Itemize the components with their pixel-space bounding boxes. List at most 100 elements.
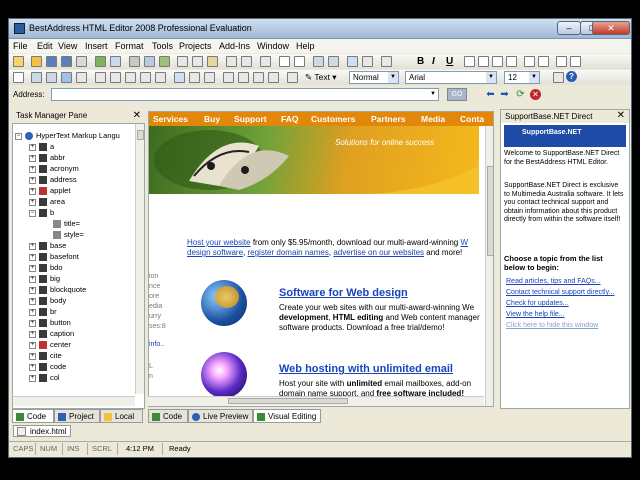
web-design-heading-link[interactable]: Software for Web design — [279, 287, 408, 299]
forward-arrow-icon[interactable]: ➡ — [499, 89, 510, 100]
italic-button[interactable]: I — [432, 56, 435, 67]
tree-item[interactable]: + button — [29, 317, 71, 328]
expand-icon[interactable]: + — [29, 165, 36, 173]
format-painter-icon[interactable] — [241, 56, 252, 67]
tree-root[interactable]: − HyperText Markup Langu — [15, 130, 120, 141]
tree-attr[interactable]: title= — [53, 218, 80, 229]
expand-icon[interactable]: + — [29, 352, 36, 360]
nav-partners[interactable]: Partners — [371, 114, 406, 124]
tree-scrollbar[interactable] — [135, 124, 144, 394]
nav-support[interactable]: Support — [234, 114, 267, 124]
frame-icon[interactable] — [174, 72, 185, 83]
tree-item[interactable]: − b — [29, 207, 54, 218]
web-design-link[interactable]: W — [460, 238, 468, 247]
web-hosting-heading-link[interactable]: Web hosting with unlimited email — [279, 363, 453, 375]
menu-projects[interactable]: Projects — [179, 41, 212, 51]
underline-button[interactable]: U — [446, 56, 453, 67]
read-articles-link[interactable]: Read articles, tips and FAQs... — [506, 278, 601, 285]
color-icon[interactable] — [553, 72, 564, 83]
checkbox-icon[interactable] — [110, 72, 121, 83]
tab-project[interactable]: Project — [54, 409, 100, 423]
publish-icon[interactable] — [95, 56, 106, 67]
minimize-button[interactable]: – — [557, 21, 581, 35]
close-button[interactable]: ✕ — [592, 21, 630, 35]
design-software-link[interactable]: design software — [187, 248, 243, 257]
nav-customers[interactable]: Customers — [311, 114, 355, 124]
align-left-icon[interactable] — [464, 56, 475, 67]
print-preview-icon[interactable] — [144, 56, 155, 67]
expand-icon[interactable]: + — [29, 297, 36, 305]
link-icon[interactable] — [226, 56, 237, 67]
document-tab[interactable]: index.html — [13, 425, 72, 437]
tab-live-preview[interactable]: Live Preview — [188, 409, 253, 423]
align-center-icon[interactable] — [478, 56, 489, 67]
expand-icon[interactable]: + — [29, 341, 36, 349]
grid-icon[interactable] — [46, 72, 57, 83]
expand-icon[interactable]: + — [29, 143, 36, 151]
select-icon[interactable] — [155, 72, 166, 83]
expand-icon[interactable]: + — [29, 308, 36, 316]
spellcheck-icon[interactable] — [159, 56, 170, 67]
fragment-link[interactable]: info.. — [149, 340, 166, 350]
form-icon[interactable] — [76, 72, 87, 83]
contact-support-link[interactable]: Contact technical support directly... — [506, 289, 614, 296]
tab-code[interactable]: Code — [12, 409, 54, 423]
check-icon[interactable] — [204, 72, 215, 83]
back-arrow-icon[interactable]: ⬅ — [485, 89, 496, 100]
expand-icon[interactable]: + — [29, 154, 36, 162]
collapse-icon[interactable]: − — [29, 209, 36, 217]
nav-contact[interactable]: Conta — [460, 114, 484, 124]
indent-icon[interactable] — [570, 56, 581, 67]
expand-icon[interactable]: + — [29, 286, 36, 294]
menu-file[interactable]: File — [13, 41, 28, 51]
cut-icon[interactable] — [177, 56, 188, 67]
options-icon[interactable] — [381, 56, 392, 67]
tree-item[interactable]: + a — [29, 141, 54, 152]
ftp-icon[interactable] — [110, 56, 121, 67]
tree-item[interactable]: + abbr — [29, 152, 65, 163]
expand-icon[interactable]: + — [29, 242, 36, 250]
outdent-icon[interactable] — [556, 56, 567, 67]
scroll-thumb[interactable] — [487, 166, 493, 256]
layer-icon[interactable] — [223, 72, 234, 83]
redo-icon[interactable] — [294, 56, 305, 67]
tree-item[interactable]: + bdo — [29, 262, 63, 273]
expand-icon[interactable]: + — [29, 275, 36, 283]
tree-hscrollbar[interactable] — [13, 396, 135, 406]
expand-icon[interactable]: + — [29, 374, 36, 382]
copy-icon[interactable] — [192, 56, 203, 67]
expand-icon[interactable]: + — [29, 363, 36, 371]
validate-icon[interactable] — [362, 56, 373, 67]
tree-item[interactable]: + area — [29, 196, 65, 207]
undo-icon[interactable] — [279, 56, 290, 67]
tree-attr[interactable]: style= — [53, 229, 84, 240]
align-right-icon[interactable] — [492, 56, 503, 67]
menu-edit[interactable]: Edit — [37, 41, 53, 51]
advertise-link[interactable]: advertise on our websites — [333, 248, 424, 257]
address-input[interactable]: ▼ — [51, 88, 439, 101]
marquee-icon[interactable] — [238, 72, 249, 83]
collapse-icon[interactable]: − — [15, 132, 22, 140]
nav-services[interactable]: Services — [153, 114, 188, 124]
replace-icon[interactable] — [328, 56, 339, 67]
tab-code-view[interactable]: Code — [148, 409, 188, 423]
special-char-icon[interactable] — [268, 72, 279, 83]
line-icon[interactable] — [287, 72, 298, 83]
scroll-thumb[interactable] — [228, 398, 348, 404]
tab-visual-editing[interactable]: Visual Editing — [253, 409, 321, 423]
expand-icon[interactable]: + — [29, 319, 36, 327]
expand-icon[interactable]: + — [29, 198, 36, 206]
menu-format[interactable]: Format — [115, 41, 144, 51]
stop-icon[interactable]: ✕ — [530, 89, 541, 100]
menu-view[interactable]: View — [58, 41, 77, 51]
tab-local[interactable]: Local — [100, 409, 143, 423]
tree-item[interactable]: + br — [29, 306, 57, 317]
menu-window[interactable]: Window — [257, 41, 289, 51]
input-icon[interactable] — [95, 72, 106, 83]
open-folder-icon[interactable] — [31, 56, 42, 67]
bold-button[interactable]: B — [417, 56, 424, 67]
tree-item[interactable]: + body — [29, 295, 66, 306]
tree-item[interactable]: + applet — [29, 185, 70, 196]
close-icon[interactable]: ✕ — [617, 110, 625, 121]
radio-icon[interactable] — [125, 72, 136, 83]
